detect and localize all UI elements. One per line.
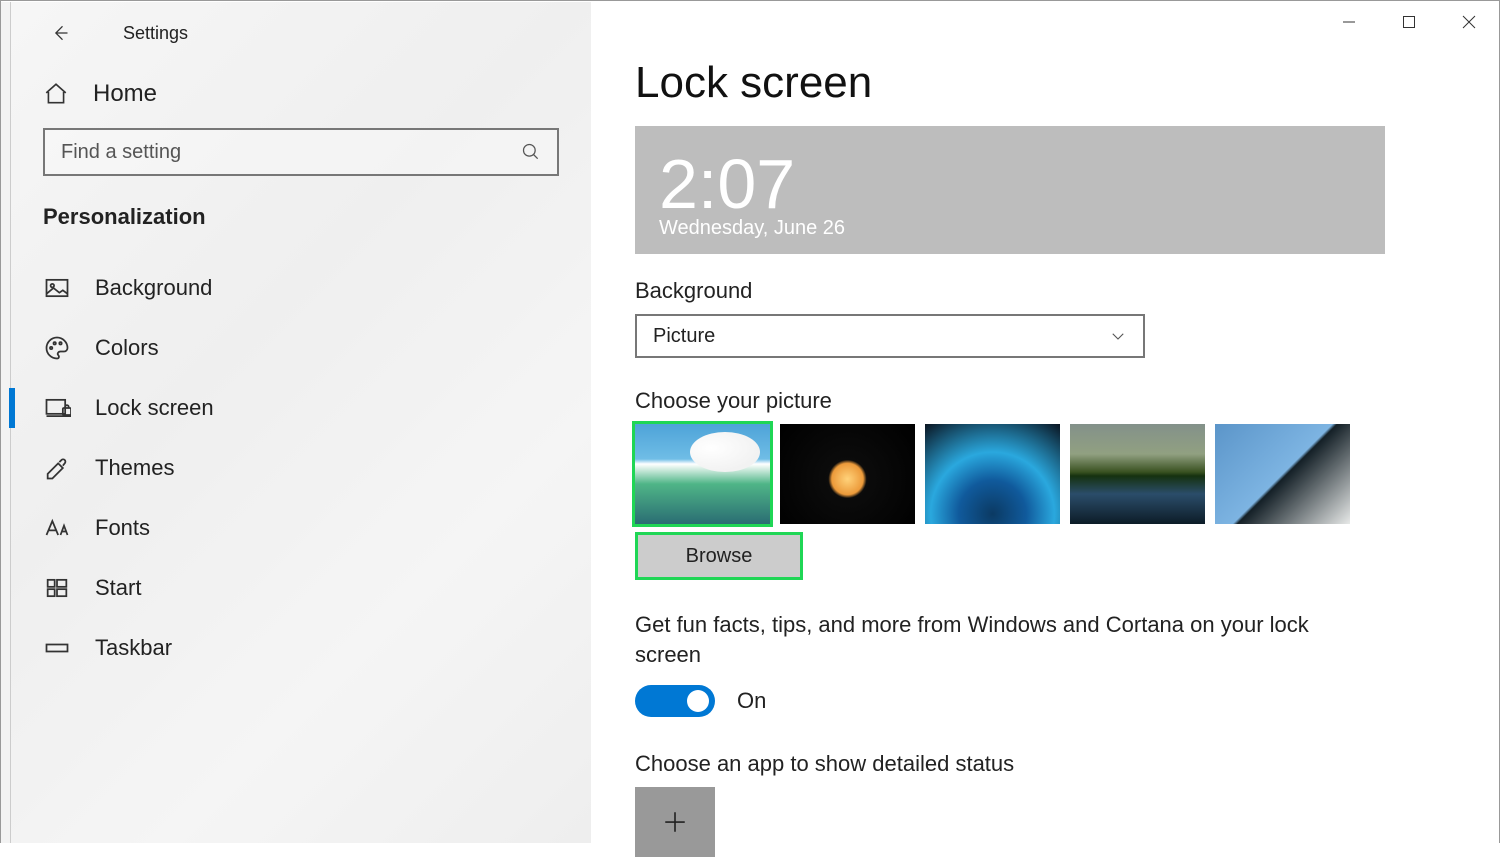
home-label: Home [93,80,157,108]
preview-time: 2:07 [659,160,1361,209]
browse-button[interactable]: Browse [635,532,803,580]
detailed-status-label: Choose an app to show detailed status [635,751,1455,777]
nav-list: Background Colors Lock screen Themes [11,246,591,678]
picture-thumbnail-2[interactable] [780,424,915,524]
add-status-app-button[interactable] [635,787,715,857]
back-button[interactable] [43,16,77,50]
choose-picture-label: Choose your picture [635,388,1455,414]
minimize-icon [1342,15,1356,29]
search-icon [521,142,541,162]
nav-item-label: Fonts [95,515,150,541]
nav-item-themes[interactable]: Themes [11,438,591,498]
window-controls [1319,2,1499,42]
close-button[interactable] [1439,2,1499,42]
content: Lock screen 2:07 Wednesday, June 26 Back… [591,2,1499,843]
browse-button-label: Browse [686,545,753,568]
close-icon [1462,15,1476,29]
funfacts-toggle-state: On [737,688,766,714]
plus-icon [662,809,688,835]
settings-window: Settings Home Personalization Background [11,2,1499,843]
page-title: Lock screen [635,58,1455,108]
preview-date: Wednesday, June 26 [659,217,1361,240]
toggle-knob [687,690,709,712]
nav-item-label: Themes [95,455,174,481]
minimize-button[interactable] [1319,2,1379,42]
category-title: Personalization [11,196,591,246]
nav-item-label: Lock screen [95,395,214,421]
picture-thumbnail-4[interactable] [1070,424,1205,524]
app-title: Settings [123,23,188,44]
dropdown-value: Picture [653,325,715,348]
nav-item-label: Background [95,275,212,301]
background-label: Background [635,278,1455,304]
nav-item-label: Colors [95,335,159,361]
picture-thumbnail-5[interactable] [1215,424,1350,524]
funfacts-label: Get fun facts, tips, and more from Windo… [635,610,1365,669]
taskbar-icon [43,634,71,662]
maximize-button[interactable] [1379,2,1439,42]
fonts-icon [43,514,71,542]
picture-thumbnail-row [635,424,1455,524]
maximize-icon [1402,15,1416,29]
arrow-left-icon [50,23,70,43]
nav-item-background[interactable]: Background [11,258,591,318]
search-input[interactable] [61,141,521,164]
chevron-down-icon [1109,327,1127,345]
funfacts-toggle[interactable] [635,685,715,717]
picture-icon [43,274,71,302]
search-container [11,128,591,196]
lock-screen-preview: 2:07 Wednesday, June 26 [635,126,1385,254]
page: Lock screen 2:07 Wednesday, June 26 Back… [591,2,1499,857]
home-nav-item[interactable]: Home [11,60,591,128]
search-box[interactable] [43,128,559,176]
background-dropdown[interactable]: Picture [635,314,1145,358]
sidebar: Settings Home Personalization Background [11,2,591,843]
picture-thumbnail-3[interactable] [925,424,1060,524]
nav-item-start[interactable]: Start [11,558,591,618]
nav-item-lock-screen[interactable]: Lock screen [11,378,591,438]
nav-item-taskbar[interactable]: Taskbar [11,618,591,678]
nav-item-label: Start [95,575,141,601]
sidebar-header: Settings [11,2,591,60]
nav-item-colors[interactable]: Colors [11,318,591,378]
nav-item-label: Taskbar [95,635,172,661]
palette-icon [43,334,71,362]
funfacts-toggle-row: On [635,685,1455,717]
start-icon [43,574,71,602]
picture-thumbnail-1[interactable] [635,424,770,524]
lock-screen-icon [43,394,71,422]
home-icon [43,81,69,107]
nav-item-fonts[interactable]: Fonts [11,498,591,558]
themes-icon [43,454,71,482]
